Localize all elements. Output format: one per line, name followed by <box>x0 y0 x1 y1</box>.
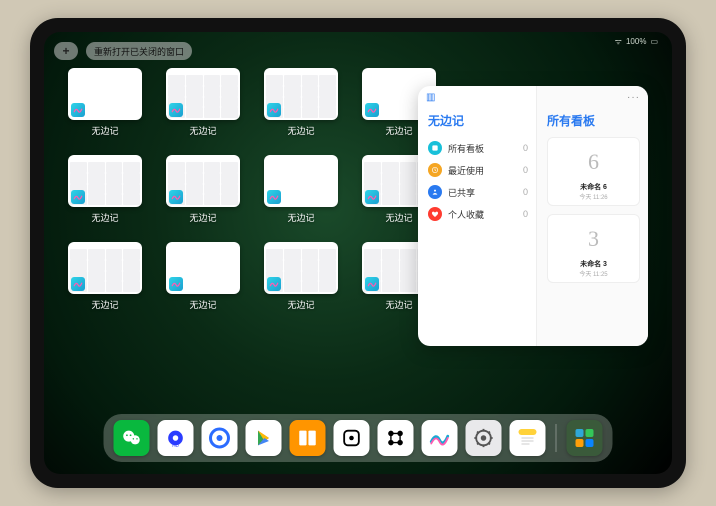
freeform-icon <box>169 277 183 291</box>
window-preview <box>68 155 142 207</box>
freeform-panel: ▥ ··· 无边记 所有看板0最近使用0已共享0个人收藏0 所有看板 6未命名 … <box>418 86 648 346</box>
reopen-label: 重新打开已关闭的窗口 <box>94 45 184 58</box>
window-preview <box>264 68 338 120</box>
app-label: 无边记 <box>189 211 216 224</box>
window-preview <box>264 242 338 294</box>
app-window-thumb[interactable]: 无边记 <box>264 242 338 311</box>
status-bar: ᯤ 100% ▭ <box>615 36 658 47</box>
board-date: 今天 11:26 <box>579 192 607 201</box>
wifi-icon: ᯤ <box>615 36 622 47</box>
app-window-thumb[interactable]: 无边记 <box>264 155 338 224</box>
panel-right: 所有看板 6未命名 6今天 11:26 3未命名 3今天 11:25 <box>536 86 648 346</box>
dock-icon-wechat[interactable] <box>114 420 150 456</box>
board-card[interactable]: 3未命名 3今天 11:25 <box>547 214 640 283</box>
board-card[interactable]: 6未命名 6今天 11:26 <box>547 137 640 206</box>
dock-icon-connect[interactable] <box>378 420 414 456</box>
app-label: 无边记 <box>385 298 412 311</box>
app-window-thumb[interactable]: 无边记 <box>68 68 142 137</box>
app-label: 无边记 <box>287 211 314 224</box>
app-label: 无边记 <box>385 211 412 224</box>
screen: ᯤ 100% ▭ + 重新打开已关闭的窗口 无边记无边记无边记无边记无边记无边记… <box>44 32 672 474</box>
board-name: 未命名 6 <box>580 182 607 192</box>
dock-icon-app-library[interactable] <box>567 420 603 456</box>
sidebar-item-count: 0 <box>523 209 528 219</box>
sidebar-item-icon <box>428 141 442 155</box>
freeform-icon <box>71 103 85 117</box>
board-name: 未命名 3 <box>580 259 607 269</box>
window-preview <box>166 242 240 294</box>
battery-icon: ▭ <box>650 37 658 46</box>
sidebar-toggle-icon[interactable]: ▥ <box>426 92 435 103</box>
ipad-frame: ᯤ 100% ▭ + 重新打开已关闭的窗口 无边记无边记无边记无边记无边记无边记… <box>30 18 686 488</box>
dock-icon-notes[interactable] <box>510 420 546 456</box>
sidebar-item[interactable]: 个人收藏 0 <box>428 203 528 225</box>
sidebar-item-label: 所有看板 <box>448 142 484 155</box>
window-preview <box>68 242 142 294</box>
reopen-closed-window-pill[interactable]: 重新打开已关闭的窗口 <box>86 42 192 60</box>
freeform-icon <box>71 190 85 204</box>
sidebar-item[interactable]: 最近使用 0 <box>428 159 528 181</box>
panel-more-icon[interactable]: ··· <box>627 92 640 103</box>
freeform-icon <box>169 103 183 117</box>
top-bar: + 重新打开已关闭的窗口 <box>54 42 192 60</box>
freeform-icon <box>267 190 281 204</box>
dock-icon-quark[interactable] <box>202 420 238 456</box>
dock-icon-play[interactable] <box>246 420 282 456</box>
dock-icon-settings[interactable] <box>466 420 502 456</box>
app-window-thumb[interactable]: 无边记 <box>264 68 338 137</box>
app-window-thumb[interactable]: 无边记 <box>68 242 142 311</box>
battery-label: 100% <box>626 37 646 46</box>
panel-title: 无边记 <box>428 112 528 129</box>
freeform-icon <box>365 103 379 117</box>
sidebar-item-icon <box>428 185 442 199</box>
app-window-thumb[interactable]: 无边记 <box>166 155 240 224</box>
app-label: 无边记 <box>91 124 118 137</box>
plus-icon: + <box>62 44 69 58</box>
app-label: 无边记 <box>189 298 216 311</box>
dock-icon-dice[interactable] <box>334 420 370 456</box>
window-preview <box>166 155 240 207</box>
board-date: 今天 11:25 <box>579 269 607 278</box>
window-preview <box>166 68 240 120</box>
app-label: 无边记 <box>189 124 216 137</box>
sidebar-item-icon <box>428 207 442 221</box>
window-preview <box>68 68 142 120</box>
freeform-icon <box>267 277 281 291</box>
dock-icon-freeform[interactable] <box>422 420 458 456</box>
freeform-icon <box>71 277 85 291</box>
freeform-icon <box>365 190 379 204</box>
dock-icon-books[interactable] <box>290 420 326 456</box>
freeform-icon <box>365 277 379 291</box>
dock-icon-quark-hd[interactable]: HD <box>158 420 194 456</box>
sidebar-item[interactable]: 所有看板 0 <box>428 137 528 159</box>
panel-left: 无边记 所有看板 0 最近使用 0 已共享 0 个人收藏 0 <box>418 86 536 346</box>
new-window-button[interactable]: + <box>54 42 78 60</box>
board-preview: 6 <box>570 142 618 182</box>
dock: HD <box>104 414 613 462</box>
app-label: 无边记 <box>287 298 314 311</box>
app-label: 无边记 <box>385 124 412 137</box>
freeform-icon <box>267 103 281 117</box>
sidebar-item-label: 个人收藏 <box>448 208 484 221</box>
board-preview: 3 <box>570 219 618 259</box>
sidebar-item-count: 0 <box>523 165 528 175</box>
app-label: 无边记 <box>287 124 314 137</box>
freeform-icon <box>169 190 183 204</box>
window-grid: 无边记无边记无边记无边记无边记无边记无边记无边记无边记无边记无边记无边记 <box>68 68 448 311</box>
panel-right-title: 所有看板 <box>547 112 640 129</box>
window-preview <box>264 155 338 207</box>
sidebar-item-icon <box>428 163 442 177</box>
app-window-thumb[interactable]: 无边记 <box>166 242 240 311</box>
sidebar-item[interactable]: 已共享 0 <box>428 181 528 203</box>
app-label: 无边记 <box>91 298 118 311</box>
svg-text:HD: HD <box>172 443 179 448</box>
sidebar-item-count: 0 <box>523 187 528 197</box>
sidebar-item-count: 0 <box>523 143 528 153</box>
app-window-thumb[interactable]: 无边记 <box>166 68 240 137</box>
sidebar-item-label: 最近使用 <box>448 164 484 177</box>
app-label: 无边记 <box>91 211 118 224</box>
dock-separator <box>556 424 557 452</box>
sidebar-item-label: 已共享 <box>448 186 475 199</box>
app-window-thumb[interactable]: 无边记 <box>68 155 142 224</box>
